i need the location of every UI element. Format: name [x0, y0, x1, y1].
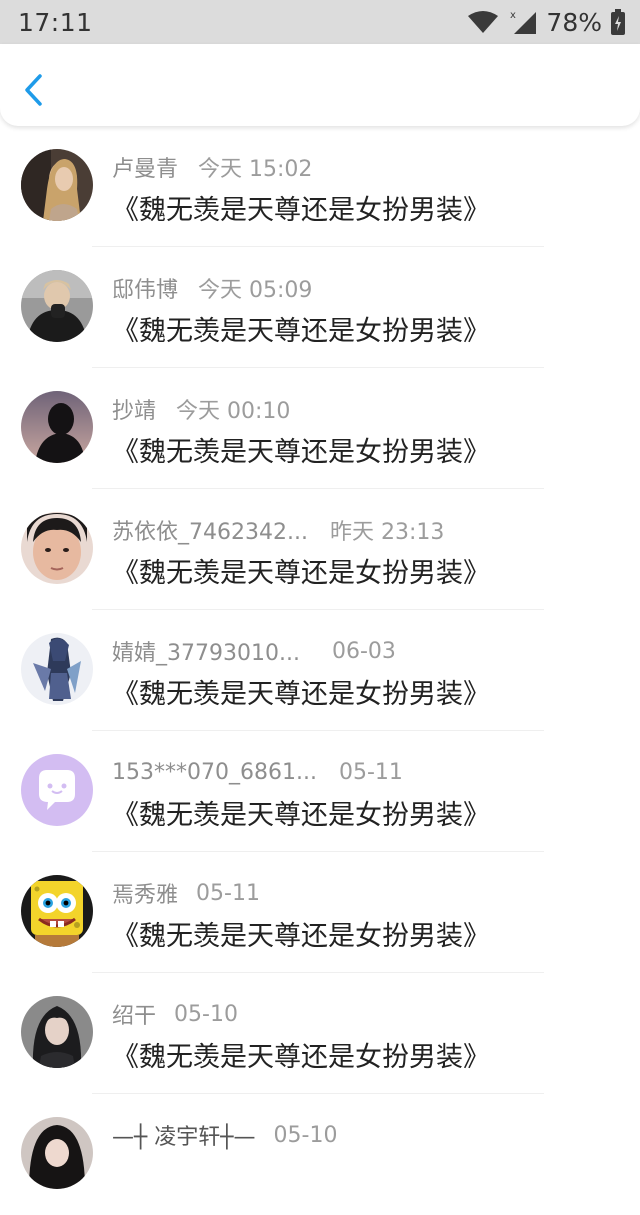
message-time: 今天 15:02: [198, 157, 313, 182]
chevron-left-icon: [25, 74, 42, 106]
list-item[interactable]: 邸伟博 今天 05:09 《魏无羡是天尊还是女扮男装》: [0, 247, 640, 368]
back-button[interactable]: [18, 70, 48, 110]
message-time: 06-03: [331, 638, 396, 664]
avatar[interactable]: [21, 996, 93, 1068]
sender-name: 抄靖: [112, 399, 157, 424]
item-meta: —┼ 凌宇轩┼— 05-10: [112, 1120, 338, 1151]
message-text: 《魏无羡是天尊还是女扮男装》: [112, 800, 490, 831]
list-item[interactable]: 卢曼青 今天 15:02 《魏无羡是天尊还是女扮男装》: [0, 126, 640, 247]
status-bar: 17:11 x 78%: [0, 0, 640, 44]
sender-name: 苏依依_7462342...: [112, 520, 308, 545]
wifi-icon: [468, 11, 499, 33]
item-meta: 绍干 05-10: [112, 999, 238, 1030]
sender-name: 邸伟博: [112, 278, 179, 303]
list-item[interactable]: —┼ 凌宇轩┼— 05-10: [0, 1094, 640, 1215]
item-meta: 卢曼青 今天 15:02: [112, 152, 312, 182]
avatar[interactable]: [21, 512, 93, 584]
message-time: 今天 00:10: [176, 399, 291, 424]
avatar[interactable]: [21, 875, 93, 947]
list-item[interactable]: 153***070_6861... 05-11 《魏无羡是天尊还是女扮男装》: [0, 731, 640, 852]
item-meta: 焉秀雅 05-11: [112, 878, 260, 909]
battery-icon: [611, 9, 625, 35]
message-text: 《魏无羡是天尊还是女扮男装》: [112, 921, 490, 952]
signal-icon: x: [510, 10, 537, 34]
list-item[interactable]: 抄靖 今天 00:10 《魏无羡是天尊还是女扮男装》: [0, 368, 640, 489]
avatar[interactable]: [21, 149, 93, 221]
message-text: 《魏无羡是天尊还是女扮男装》: [112, 195, 490, 226]
sender-name: 卢曼青: [112, 157, 179, 182]
status-icons: x 78%: [466, 8, 626, 37]
status-time: 17:11: [18, 7, 93, 37]
avatar[interactable]: [21, 270, 93, 342]
message-time: 05-10: [273, 1122, 338, 1148]
chat-bubble-icon: [21, 754, 93, 826]
item-meta: 邸伟博 今天 05:09: [112, 273, 312, 303]
message-text: 《魏无羡是天尊还是女扮男装》: [112, 1042, 490, 1073]
avatar[interactable]: [21, 1117, 93, 1189]
message-text: 《魏无羡是天尊还是女扮男装》: [112, 437, 490, 468]
sender-name: 153***070_6861...: [112, 759, 317, 785]
message-time: 05-11: [196, 880, 260, 906]
avatar[interactable]: [21, 391, 93, 463]
item-meta: 苏依依_7462342... 昨天 23:13: [112, 515, 444, 545]
svg-text:x: x: [510, 10, 516, 21]
message-list: 卢曼青 今天 15:02 《魏无羡是天尊还是女扮男装》 邸伟博 今天 05:09…: [0, 126, 640, 1215]
message-time: 05-10: [174, 1001, 238, 1027]
message-time: 05-11: [338, 759, 403, 785]
item-meta: 婧婧_37793010... 06-03: [112, 636, 396, 667]
battery-percent: 78%: [546, 7, 602, 37]
sender-name: 婧婧_37793010...: [112, 641, 300, 666]
list-item[interactable]: 焉秀雅 05-11 《魏无羡是天尊还是女扮男装》: [0, 852, 640, 973]
top-bar: [0, 44, 640, 126]
message-time: 昨天 23:13: [329, 520, 445, 545]
sender-name: —┼ 凌宇轩┼—: [112, 1125, 256, 1150]
avatar[interactable]: [21, 754, 93, 826]
list-item[interactable]: 绍干 05-10 《魏无羡是天尊还是女扮男装》: [0, 973, 640, 1094]
avatar[interactable]: [21, 633, 93, 705]
list-item[interactable]: 苏依依_7462342... 昨天 23:13 《魏无羡是天尊还是女扮男装》: [0, 489, 640, 610]
sender-name: 焉秀雅: [112, 883, 179, 908]
message-text: 《魏无羡是天尊还是女扮男装》: [112, 679, 490, 710]
item-meta: 抄靖 今天 00:10: [112, 394, 290, 424]
message-text: 《魏无羡是天尊还是女扮男装》: [112, 558, 490, 589]
message-text: 《魏无羡是天尊还是女扮男装》: [112, 316, 490, 347]
message-time: 今天 05:09: [198, 278, 313, 303]
list-item[interactable]: 婧婧_37793010... 06-03 《魏无羡是天尊还是女扮男装》: [0, 610, 640, 731]
sender-name: 绍干: [112, 1004, 157, 1029]
item-meta: 153***070_6861... 05-11: [112, 757, 403, 787]
